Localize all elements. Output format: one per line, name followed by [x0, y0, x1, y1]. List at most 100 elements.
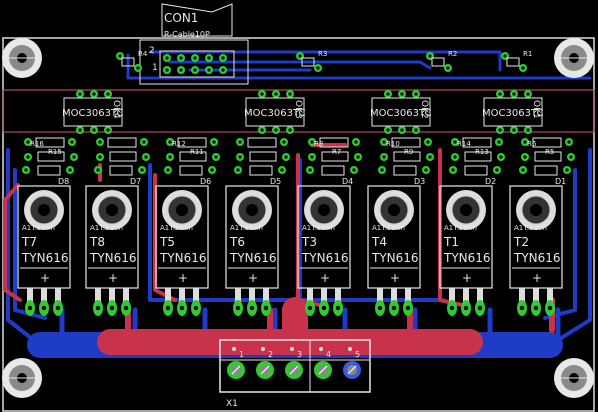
- pad-drill: [498, 92, 502, 96]
- triac-leg: [95, 288, 101, 302]
- mid-pad: [352, 138, 360, 146]
- triac-leg: [463, 288, 469, 302]
- pad-drill: [567, 140, 571, 144]
- mid-pad: [68, 138, 76, 146]
- diode-ref: D6: [200, 177, 211, 186]
- diode-ref: D1: [555, 177, 566, 186]
- triac-value: TYN616: [443, 251, 491, 265]
- resistor-pad: [296, 52, 304, 60]
- diode-ref: D8: [58, 177, 69, 186]
- pad-drill: [214, 155, 218, 159]
- opto-pad: [76, 90, 84, 98]
- pad-drill: [72, 155, 76, 159]
- resistor-pad: [426, 52, 434, 60]
- plus-mark: +: [108, 271, 118, 285]
- triac-leg: [55, 288, 61, 302]
- pad-drill: [391, 305, 397, 311]
- resistor-ref: R3: [318, 50, 327, 58]
- x1-pin-dot: [348, 347, 352, 351]
- pad-drill: [207, 56, 211, 60]
- diode-ref: D5: [270, 177, 281, 186]
- pad-drill: [136, 66, 140, 70]
- triac-pad: [517, 300, 527, 316]
- pad-drill: [335, 305, 341, 311]
- triac-leg: [307, 288, 313, 302]
- opto-pad: [524, 126, 532, 134]
- pad-drill: [274, 128, 278, 132]
- resistor-pad: [501, 52, 509, 60]
- opto-pad: [510, 126, 518, 134]
- opto-pad: [272, 90, 280, 98]
- pad-drill: [98, 140, 102, 144]
- pad-drill: [210, 168, 214, 172]
- mid-pad: [24, 153, 32, 161]
- triac-pad: [403, 300, 413, 316]
- heatsink-label: A1T.5mm: [444, 224, 477, 232]
- mid-pad: [164, 166, 172, 174]
- pad-drill: [221, 56, 225, 60]
- triac-leg: [391, 288, 397, 302]
- triac-pad: [475, 300, 485, 316]
- x1-pin-label: 2: [268, 350, 273, 359]
- pad-drill: [96, 168, 100, 172]
- heatsink-label: A1T.5mm: [302, 224, 335, 232]
- pad-drill: [519, 305, 525, 311]
- triac-leg: [235, 288, 241, 302]
- pad-drill: [386, 92, 390, 96]
- pad-drill: [98, 155, 102, 159]
- mid-pad: [422, 166, 430, 174]
- mid-pad: [495, 138, 503, 146]
- triac-value: TYN616: [301, 251, 349, 265]
- plus-mark: +: [320, 271, 330, 285]
- resistor-pad: [116, 52, 124, 60]
- opto-pad: [398, 90, 406, 98]
- mounting-hole-bl: [2, 358, 42, 398]
- mid-pad: [66, 166, 74, 174]
- heatsink-label: A1T.5mm: [230, 224, 263, 232]
- pad-drill: [109, 305, 115, 311]
- opto-pad: [510, 90, 518, 98]
- mid-pad: [96, 138, 104, 146]
- resistor-ref: R1: [523, 50, 532, 58]
- mid-pad: [208, 166, 216, 174]
- mid-pad: [282, 153, 290, 161]
- pad-drill: [274, 92, 278, 96]
- opto-pad: [496, 126, 504, 134]
- pad-drill: [165, 305, 171, 311]
- heatsink-hole: [176, 204, 188, 216]
- triac-ref: T1: [443, 235, 459, 249]
- triac-pad: [305, 300, 315, 316]
- triac-ref: T3: [301, 235, 317, 249]
- mid-resistor-ref: R6: [527, 140, 537, 148]
- con1-ref: CON1: [164, 11, 198, 25]
- triac-ref: T4: [371, 235, 387, 249]
- opto-pad: [286, 126, 294, 134]
- mid-resistor-ref: R12: [172, 140, 186, 148]
- con1-pad: [163, 66, 171, 74]
- con1-pad: [177, 54, 185, 62]
- opto-pad: [384, 90, 392, 98]
- triac-pad: [545, 300, 555, 316]
- triac-ref: T8: [89, 235, 105, 249]
- triac-pad: [93, 300, 103, 316]
- con1-value: R-Cable10P: [164, 30, 210, 39]
- opto-ref: OK4: [111, 100, 121, 119]
- triac-value: TYN616: [159, 251, 207, 265]
- pad-drill: [495, 168, 499, 172]
- opto-pad: [258, 126, 266, 134]
- pad-drill: [168, 155, 172, 159]
- mid-pad: [380, 153, 388, 161]
- triac-pad: [39, 300, 49, 316]
- opto-pad: [412, 90, 420, 98]
- opto-pad: [272, 126, 280, 134]
- mid-pad: [350, 166, 358, 174]
- pad-drill: [142, 140, 146, 144]
- opto-pad: [90, 126, 98, 134]
- pad-drill: [118, 54, 122, 58]
- pad-drill: [166, 168, 170, 172]
- pad-drill: [453, 155, 457, 159]
- mid-pad: [166, 153, 174, 161]
- resistor-pad: [444, 64, 452, 72]
- pad-drill: [446, 66, 450, 70]
- pad-drill: [521, 66, 525, 70]
